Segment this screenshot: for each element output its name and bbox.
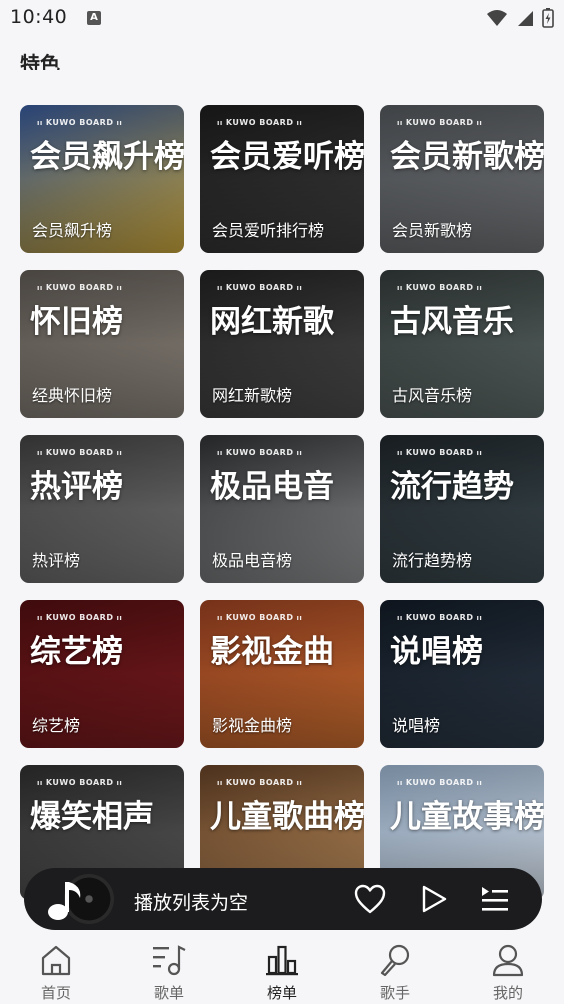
bottom-nav: 首页 歌单 榜单 歌手 我的	[0, 936, 564, 1004]
chart-card[interactable]: KUWO BOARD会员飙升榜会员飙升榜	[20, 105, 184, 253]
nav-charts[interactable]: 榜单	[242, 942, 322, 1003]
nav-label: 歌单	[153, 984, 184, 1002]
heart-icon[interactable]	[354, 884, 386, 914]
chart-card[interactable]: KUWO BOARD 会员爱听榜会员爱听排行榜	[200, 105, 364, 253]
chart-card[interactable]: KUWO BOARD 流行趋势流行趋势榜	[380, 435, 544, 583]
playlist-icon	[153, 945, 186, 976]
card-title: 儿童歌曲榜	[210, 799, 364, 835]
card-title: 会员飙升榜	[30, 139, 184, 175]
nav-label: 榜单	[266, 984, 297, 1002]
card-brand: KUWO BOARD	[214, 118, 305, 127]
nav-singer[interactable]: 歌手	[355, 942, 435, 1003]
chart-card[interactable]: KUWO BOARD 怀旧榜经典怀旧榜	[20, 270, 184, 418]
chart-card[interactable]: KUWO BOARD综艺榜综艺榜	[20, 600, 184, 748]
card-brand: KUWO BOARD	[394, 613, 485, 622]
card-title: 综艺榜	[30, 634, 123, 670]
card-caption: 极品电音榜	[212, 551, 293, 570]
notification-badge: A	[87, 11, 101, 25]
chart-card[interactable]: KUWO BOARD 古风音乐古风音乐榜	[380, 270, 544, 418]
card-brand: KUWO BOARD	[34, 613, 125, 622]
home-icon	[41, 945, 71, 976]
card-title: 怀旧榜	[30, 304, 123, 340]
card-brand: KUWO BOARD	[34, 448, 125, 457]
chart-card[interactable]: KUWO BOARD 网红新歌网红新歌榜	[200, 270, 364, 418]
card-brand: KUWO BOARD	[214, 448, 305, 457]
card-brand: KUWO BOARD	[214, 283, 305, 292]
clock: 10:40	[10, 6, 68, 28]
nav-label: 我的	[492, 984, 523, 1002]
card-brand: KUWO BOARD	[34, 283, 125, 292]
card-caption: 古风音乐榜	[392, 386, 473, 405]
card-caption: 说唱榜	[392, 716, 441, 735]
card-caption: 会员新歌榜	[392, 221, 473, 240]
card-title: 网红新歌	[210, 304, 334, 340]
singer-icon	[380, 944, 410, 977]
card-brand: KUWO BOARD	[394, 118, 485, 127]
profile-icon	[492, 944, 524, 977]
chart-icon	[266, 945, 298, 976]
wifi-icon	[487, 10, 507, 26]
nav-label: 首页	[40, 984, 71, 1002]
card-title: 会员爱听榜	[210, 139, 364, 175]
card-brand: KUWO BOARD	[394, 283, 485, 292]
section-title: 特色	[20, 52, 60, 70]
player-status: 播放列表为空	[134, 892, 249, 914]
chart-card[interactable]: KUWO BOARD热评榜热评榜	[20, 435, 184, 583]
chart-card[interactable]: KUWO BOARD会员新歌榜会员新歌榜	[380, 105, 544, 253]
card-caption: 流行趋势榜	[392, 551, 473, 570]
nav-label: 歌手	[379, 984, 410, 1002]
card-title: 古风音乐	[390, 304, 514, 340]
mini-player[interactable]: 播放列表为空	[24, 868, 542, 930]
card-brand: KUWO BOARD	[214, 613, 305, 622]
card-title: 热评榜	[30, 469, 123, 505]
card-brand: KUWO BOARD	[34, 778, 125, 787]
music-note-icon	[48, 882, 81, 920]
card-title: 会员新歌榜	[390, 139, 544, 175]
card-title: 说唱榜	[390, 634, 483, 670]
chart-card[interactable]: KUWO BOARD 影视金曲影视金曲榜	[200, 600, 364, 748]
nav-home[interactable]: 首页	[16, 942, 96, 1003]
status-bar: 10:40 A	[0, 0, 564, 38]
signal-icon	[518, 11, 533, 26]
chart-card[interactable]: KUWO BOARD 极品电音极品电音榜	[200, 435, 364, 583]
nav-playlist[interactable]: 歌单	[129, 942, 209, 1003]
card-caption: 会员爱听排行榜	[212, 221, 325, 240]
card-caption: 热评榜	[32, 551, 81, 570]
play-icon[interactable]	[420, 884, 448, 914]
nav-profile[interactable]: 我的	[468, 942, 548, 1003]
card-title: 儿童故事榜	[390, 799, 544, 835]
card-title: 极品电音	[210, 469, 334, 505]
card-caption: 经典怀旧榜	[32, 386, 113, 405]
queue-icon[interactable]	[480, 885, 510, 913]
card-caption: 影视金曲榜	[212, 716, 293, 735]
card-title: 爆笑相声	[30, 799, 154, 835]
card-title: 影视金曲	[210, 634, 334, 670]
card-caption: 会员飙升榜	[32, 221, 113, 240]
card-caption: 综艺榜	[32, 716, 81, 735]
chart-card[interactable]: KUWO BOARD说唱榜说唱榜	[380, 600, 544, 748]
card-caption: 网红新歌榜	[212, 386, 293, 405]
card-brand: KUWO BOARD	[394, 448, 485, 457]
card-brand: KUWO BOARD	[394, 778, 485, 787]
card-brand: KUWO BOARD	[214, 778, 305, 787]
card-title: 流行趋势	[390, 469, 514, 505]
card-brand: KUWO BOARD	[34, 118, 125, 127]
battery-icon	[542, 8, 554, 28]
